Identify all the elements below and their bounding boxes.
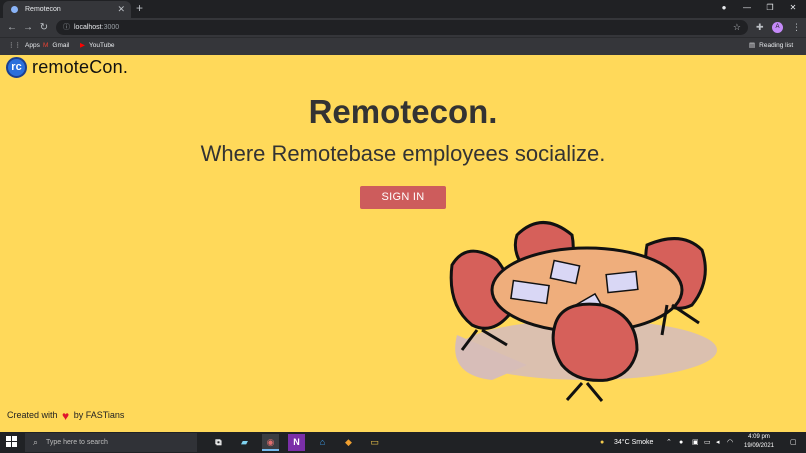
address-url: localhost:3000 <box>74 24 120 31</box>
search-icon: ⌕ <box>33 437 39 447</box>
profile-circle-icon[interactable]: ● <box>714 2 734 14</box>
back-arrow-icon[interactable]: ← <box>6 21 18 34</box>
file-app-icon[interactable]: ▰ <box>236 434 253 451</box>
browser-toolbar: ← → ↻ ⓘ localhost:3000 ☆ ✚ ⋮ <box>0 18 806 37</box>
windows-taskbar: ⌕ Type here to search ⧉ ▰ ◉ N ⌂ ◆ ▭ ● 34… <box>0 432 806 453</box>
reading-list[interactable]: ▤ Reading list <box>749 38 793 54</box>
weather-text[interactable]: 34°C Smoke <box>614 432 653 453</box>
tray-app-icon[interactable]: ▣ <box>692 432 699 453</box>
address-bar[interactable]: ⓘ localhost:3000 ☆ <box>56 20 748 35</box>
new-tab-button[interactable]: + <box>136 1 143 16</box>
app-page: rc remoteCon. Remotecon. Where Remotebas… <box>0 55 806 432</box>
react-favicon-icon <box>11 6 18 13</box>
bookmark-apps[interactable]: ⋮⋮ Apps <box>8 38 40 54</box>
site-info-icon[interactable]: ⓘ <box>63 20 70 35</box>
page-title: Remotecon. <box>308 93 498 130</box>
wifi-icon[interactable]: ◠ <box>727 432 733 453</box>
remotecon-logo-icon: rc <box>6 57 27 78</box>
footer-credit: Created with ♥ by FASTians <box>7 409 125 423</box>
onenote-icon[interactable]: N <box>288 434 305 451</box>
apps-grid-icon: ⋮⋮ <box>8 42 21 49</box>
tray-chevron-icon[interactable]: ⌃ <box>666 432 672 453</box>
microphone-icon[interactable]: ● <box>679 432 683 453</box>
git-app-icon[interactable]: ◆ <box>340 434 357 451</box>
minimize-icon[interactable]: — <box>737 2 757 14</box>
notification-icon[interactable]: ▢ <box>790 432 797 453</box>
window-close-icon[interactable]: ✕ <box>783 2 803 14</box>
extensions-puzzle-icon[interactable]: ✚ <box>756 21 764 34</box>
reload-icon[interactable]: ↻ <box>38 21 50 34</box>
profile-avatar[interactable]: A <box>772 22 783 33</box>
forward-arrow-icon[interactable]: → <box>22 21 34 34</box>
maximize-icon[interactable]: ❐ <box>760 2 780 14</box>
file-explorer-icon[interactable]: ▭ <box>366 434 383 451</box>
sign-in-button[interactable]: SIGN IN <box>360 186 446 209</box>
taskbar-clock[interactable]: 4:09 pm 19/09/2021 <box>736 433 782 451</box>
chrome-menu-icon[interactable]: ⋮ <box>792 21 801 34</box>
heart-icon: ♥ <box>62 409 70 423</box>
taskbar-search-input[interactable]: ⌕ Type here to search <box>25 433 197 452</box>
meeting-table-illustration <box>449 221 717 402</box>
bookmark-gmail[interactable]: M Gmail <box>43 38 69 54</box>
bookmarks-bar: ⋮⋮ Apps M Gmail ▶ YouTube ▤ Reading list <box>0 37 806 55</box>
bookmark-youtube[interactable]: ▶ YouTube <box>80 38 115 54</box>
windows-start-icon[interactable] <box>6 436 18 448</box>
volume-icon[interactable]: ◂ <box>716 432 720 453</box>
weather-icon: ● <box>600 439 605 446</box>
tab-remotecon[interactable]: Remotecon ✕ <box>3 1 131 18</box>
youtube-icon: ▶ <box>80 42 85 49</box>
tab-close-icon[interactable]: ✕ <box>117 1 125 18</box>
bookmark-star-icon[interactable]: ☆ <box>733 20 741 35</box>
chrome-taskbar-icon[interactable]: ◉ <box>262 434 279 451</box>
battery-icon[interactable]: ▭ <box>704 432 711 453</box>
browser-chrome: Remotecon ✕ + ● — ❐ ✕ ← → ↻ ⓘ localhost:… <box>0 0 806 55</box>
logo-text: remoteCon. <box>32 57 129 77</box>
page-subtitle: Where Remotebase employees socialize. <box>200 141 606 166</box>
tab-title: Remotecon <box>25 6 61 13</box>
task-view-icon[interactable]: ⧉ <box>210 434 227 451</box>
vscode-icon[interactable]: ⌂ <box>314 434 331 451</box>
reading-list-icon: ▤ <box>749 42 756 49</box>
gmail-icon: M <box>43 42 49 49</box>
tab-strip: Remotecon ✕ + ● — ❐ ✕ <box>0 0 806 18</box>
